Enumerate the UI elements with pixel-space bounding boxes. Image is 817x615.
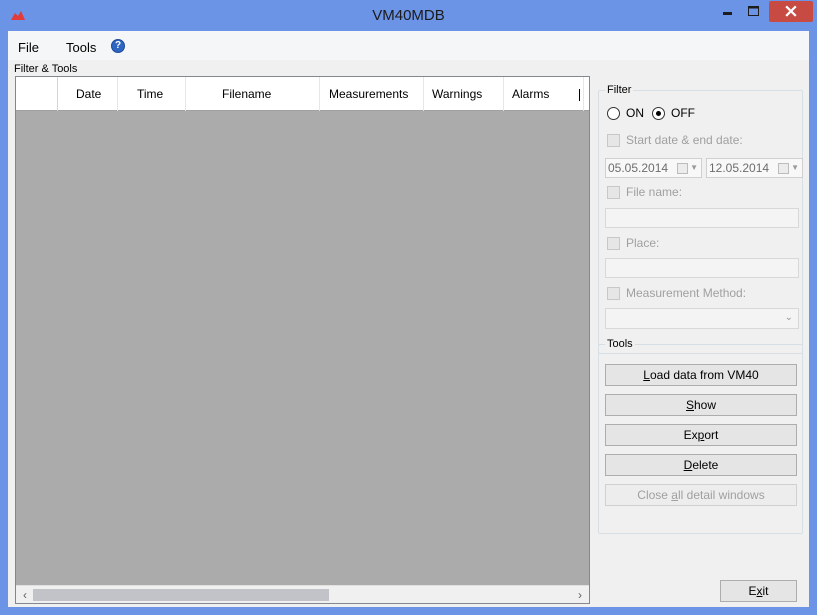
show-label: how	[694, 398, 717, 412]
exit-button[interactable]: Exit	[720, 580, 797, 602]
scroll-left-icon[interactable]: ‹	[18, 587, 32, 603]
menu-file[interactable]: File	[18, 40, 39, 55]
close-all-label-start: Close	[637, 488, 672, 502]
scroll-right-icon[interactable]: ›	[573, 587, 587, 603]
load-label: oad data from VM40	[649, 368, 759, 382]
column-header-next-edge	[579, 89, 580, 101]
client-area: File Tools ? Filter & Tools Date Time Fi…	[8, 31, 809, 607]
filter-off-label: OFF	[671, 106, 695, 120]
close-all-mnemonic: a	[671, 488, 678, 502]
scroll-thumb[interactable]	[33, 589, 329, 601]
filename-input[interactable]	[605, 208, 799, 228]
exit-label-start: E	[748, 584, 757, 598]
minimize-button[interactable]	[714, 1, 740, 21]
title-bar[interactable]: VM40MDB	[0, 0, 817, 31]
data-grid[interactable]: Date Time Filename Measurements Warnings…	[15, 76, 590, 604]
grid-header: Date Time Filename Measurements Warnings…	[16, 77, 589, 111]
menu-tools[interactable]: Tools	[66, 40, 96, 55]
maximize-icon	[748, 6, 759, 16]
close-all-label-end: ll detail windows	[677, 488, 765, 502]
export-label-start: Ex	[683, 428, 698, 442]
date-range-label: Start date & end date:	[626, 133, 743, 147]
chevron-down-icon[interactable]: ▼	[690, 159, 698, 177]
column-header-alarms[interactable]: Alarms	[504, 77, 584, 111]
delete-mnemonic: D	[683, 458, 693, 472]
end-date-value: 12.05.2014	[709, 161, 770, 175]
menu-bar: File Tools ?	[8, 31, 809, 60]
help-icon[interactable]: ?	[111, 39, 125, 53]
filter-on-label: ON	[626, 106, 644, 120]
close-all-detail-windows-button[interactable]: Close all detail windows	[605, 484, 797, 506]
application-window: VM40MDB File Tools ? Filter & Tools Date…	[0, 0, 817, 615]
place-label: Place:	[626, 236, 660, 250]
column-header-warnings[interactable]: Warnings	[424, 77, 504, 111]
load-mnemonic: L	[643, 368, 650, 382]
row-header-corner[interactable]	[16, 77, 58, 111]
delete-button[interactable]: Delete	[605, 454, 797, 476]
column-header-time[interactable]: Time	[118, 77, 186, 111]
calendar-icon[interactable]	[778, 163, 789, 174]
right-panel: Filter ON OFF Start date & end date: 05.…	[593, 60, 809, 607]
radio-circle	[607, 107, 620, 120]
start-date-value: 05.05.2014	[608, 161, 669, 175]
minimize-icon	[723, 12, 732, 15]
filter-group-title: Filter	[605, 84, 634, 96]
checkbox-box	[607, 186, 620, 199]
export-button[interactable]: Export	[605, 424, 797, 446]
grid-body[interactable]	[16, 111, 589, 585]
chevron-down-icon[interactable]: ⌄	[785, 312, 793, 323]
measurement-method-select[interactable]: ⌄	[605, 308, 799, 329]
column-header-measurements[interactable]: Measurements	[320, 77, 424, 111]
filter-group: Filter ON OFF Start date & end date: 05.…	[598, 84, 803, 354]
start-date-picker[interactable]: 05.05.2014 ▼	[605, 158, 702, 178]
window-title: VM40MDB	[372, 7, 445, 24]
close-button[interactable]	[769, 0, 813, 22]
measurement-method-label: Measurement Method:	[626, 286, 747, 300]
place-input[interactable]	[605, 258, 799, 278]
export-label-end: ort	[704, 428, 719, 442]
exit-label-end: it	[762, 584, 769, 598]
checkbox-box	[607, 287, 620, 300]
show-button[interactable]: Show	[605, 394, 797, 416]
tools-group-title: Tools	[605, 338, 635, 350]
show-mnemonic: S	[685, 398, 694, 412]
filter-tools-label: Filter & Tools	[14, 63, 80, 75]
filename-label: File name:	[626, 185, 683, 199]
tools-group: Tools Load data from VM40 Show Export De…	[598, 338, 803, 534]
load-data-button[interactable]: Load data from VM40	[605, 364, 797, 386]
column-header-filename[interactable]: Filename	[186, 77, 320, 111]
delete-label: elete	[692, 458, 719, 472]
horizontal-scrollbar[interactable]: ‹ ›	[16, 585, 589, 603]
calendar-icon[interactable]	[677, 163, 688, 174]
checkbox-box	[607, 134, 620, 147]
end-date-picker[interactable]: 12.05.2014 ▼	[706, 158, 803, 178]
checkbox-box	[607, 237, 620, 250]
maximize-button[interactable]	[740, 1, 766, 21]
radio-circle-selected	[652, 107, 665, 120]
column-header-date[interactable]: Date	[58, 77, 118, 111]
chevron-down-icon[interactable]: ▼	[791, 159, 799, 177]
